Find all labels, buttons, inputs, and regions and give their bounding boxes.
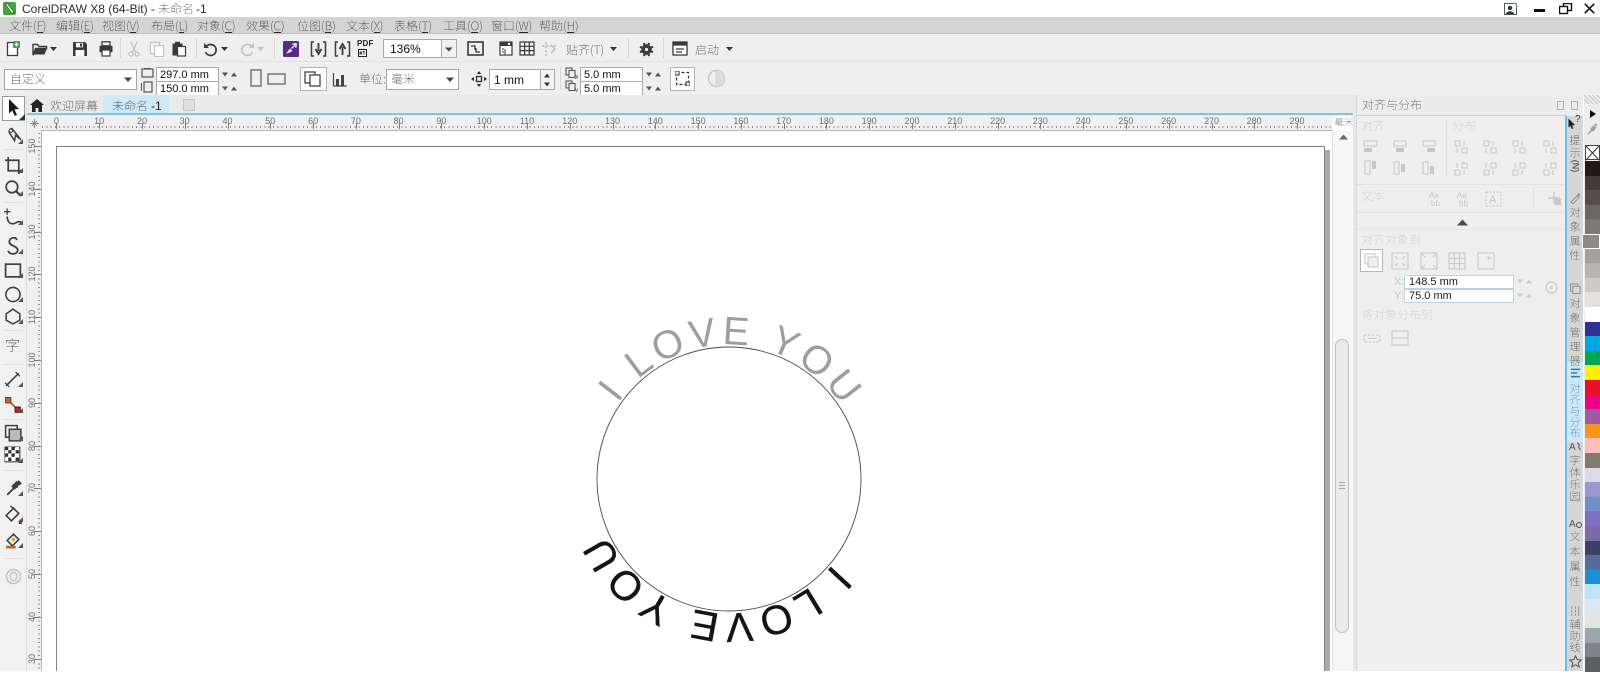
svg-text:bb: bb	[1459, 199, 1468, 208]
svg-text:A: A	[1489, 194, 1497, 206]
svg-text:A: A	[1569, 442, 1576, 452]
svg-text:bb: bb	[1431, 199, 1440, 208]
svg-text:A: A	[1569, 519, 1576, 529]
